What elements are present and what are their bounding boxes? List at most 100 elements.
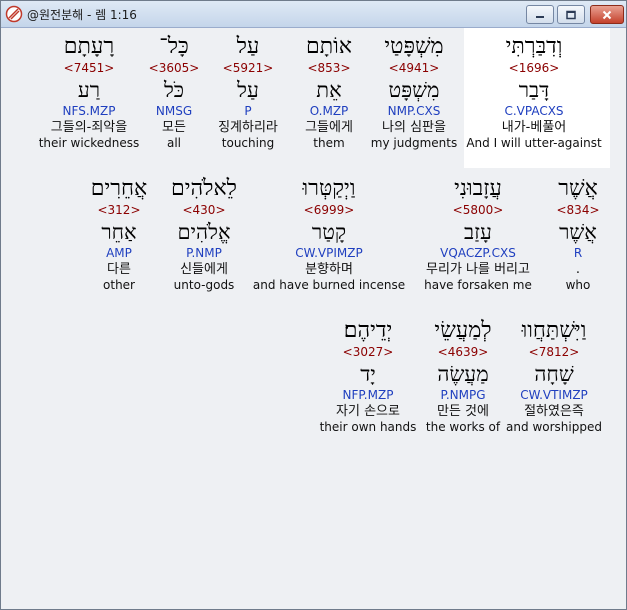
korean-gloss: 무리가 나를 버리고 [426, 262, 530, 277]
lemma-word: כֹּל [163, 78, 185, 102]
parsing-code: NMSG [155, 104, 193, 118]
close-button[interactable] [590, 5, 624, 24]
lemma-word: דָּבַר [518, 78, 550, 102]
lemma-word: מִשְׁפָּט [388, 78, 440, 102]
hebrew-word: כָּל־ [159, 34, 189, 59]
strong-number[interactable]: <1696> [466, 61, 601, 75]
korean-gloss: 절하였은즉 [524, 404, 584, 419]
interlinear-panel: וְדִבַּרְתִּי <1696> דָּבַר C.VPACXS 내가-… [6, 28, 622, 605]
word-block[interactable]: עֲזָבוּנִי <5800> עָזַב VQACZP.CXS 무리가 나… [424, 176, 532, 293]
hebrew-word: לְמַעֲשֵׂי [434, 318, 492, 343]
maximize-icon [566, 5, 576, 24]
parsing-code: R [573, 246, 583, 260]
korean-gloss: 만든 것에 [437, 404, 489, 419]
strong-number[interactable]: <3027> [320, 345, 417, 359]
lemma-word: אֲשֶׁר [559, 220, 597, 244]
hebrew-word: וַיְקַטְּרוּ [302, 176, 356, 201]
english-gloss: their wickedness [38, 136, 140, 150]
lemma-word: שָׁחָה [534, 362, 574, 386]
parsing-code: NFP.MZP [342, 388, 394, 402]
hebrew-word: מִשְׁפָּטַי [384, 34, 444, 59]
parsing-code: NMP.CXS [387, 104, 441, 118]
english-gloss: touching [221, 136, 275, 150]
word-block[interactable]: לֵאלֹהִים <430> אֱלֹהִים P.NMP 신들에게 unto… [171, 176, 237, 293]
word-block[interactable]: רָעָתָם <7451> רַע NFS.MZP 그들의-죄악을 their… [39, 34, 140, 151]
hebrew-word: לֵאלֹהִים [171, 176, 237, 201]
word-block[interactable]: אֲשֶׁר <834> אֲשֶׁר R . who [556, 176, 599, 293]
app-window: @원전분해 - 렘 1:16 וְדִבַּרְתִּי <1696> דָּב… [0, 0, 627, 610]
korean-gloss: 자기 손으로 [336, 404, 400, 419]
word-block[interactable]: כָּל־ <3605> כֹּל NMSG 모든 all [149, 34, 200, 151]
english-gloss: have forsaken me [424, 278, 532, 292]
hebrew-word: עֲזָבוּנִי [454, 176, 502, 201]
korean-gloss: 내가-베풀어 [501, 120, 567, 135]
lemma-word: מַעֲשֶׂה [437, 362, 489, 386]
korean-gloss: 모든 [162, 120, 186, 135]
word-block[interactable]: וַיִּשְׁתַּחֲווּ <7812> שָׁחָה CW.VTIMZP… [506, 318, 602, 435]
word-block[interactable]: יְדֵיהֶם׃ <3027> יָד NFP.MZP 자기 손으로 thei… [320, 318, 417, 435]
korean-gloss: 다른 [107, 262, 131, 277]
parsing-code: CW.VPIMZP [295, 246, 363, 260]
strong-number[interactable]: <7451> [39, 61, 140, 75]
parsing-code: NFS.MZP [62, 104, 116, 118]
word-block[interactable]: מִשְׁפָּטַי <4941> מִשְׁפָּט NMP.CXS 나의 … [371, 34, 457, 151]
strong-number[interactable]: <312> [91, 203, 148, 217]
word-block[interactable]: אוֹתָם <853> אֵת O.MZP 그들에게 them [305, 34, 353, 151]
korean-gloss: 분향하며 [305, 262, 353, 277]
lemma-word: עָזַב [464, 220, 492, 244]
parsing-code: AMP [106, 246, 132, 260]
korean-gloss: 그들의-죄악을 [50, 120, 128, 135]
word-block[interactable]: וְדִבַּרְתִּי <1696> דָּבַר C.VPACXS 내가-… [466, 34, 601, 151]
hebrew-word: אֲחֵרִים [90, 176, 148, 201]
english-gloss: and have burned incense [252, 278, 406, 292]
word-block[interactable]: אֲחֵרִים <312> אַחֵר AMP 다른 other [91, 176, 148, 293]
strong-number[interactable]: <834> [556, 203, 599, 217]
lemma-word: אַחֵר [101, 220, 137, 244]
hebrew-word: יְדֵיהֶם׃ [343, 318, 393, 343]
strong-number[interactable]: <4941> [371, 61, 457, 75]
hebrew-word: אוֹתָם [306, 34, 352, 59]
english-gloss: And I will utter-against [466, 136, 602, 150]
hebrew-word: רָעָתָם [63, 34, 115, 59]
hebrew-word: אֲשֶׁר [558, 176, 598, 201]
korean-gloss: 그들에게 [305, 120, 353, 135]
minimize-icon [535, 5, 545, 24]
hebrew-word: וַיִּשְׁתַּחֲווּ [521, 318, 587, 343]
korean-gloss: . [575, 262, 581, 277]
strong-number[interactable]: <7812> [506, 345, 602, 359]
word-block[interactable]: לְמַעֲשֵׂי <4639> מַעֲשֶׂה P.NMPG 만든 것에 … [426, 318, 500, 435]
lemma-word: עַל [237, 78, 259, 102]
hebrew-word: וְדִבַּרְתִּי [505, 34, 563, 59]
title-bar[interactable]: @원전분해 - 렘 1:16 [1, 1, 626, 28]
lemma-word: רַע [77, 78, 101, 102]
parsing-code: C.VPACXS [504, 104, 564, 118]
strong-number[interactable]: <6999> [253, 203, 405, 217]
english-gloss: all [166, 136, 182, 150]
minimize-button[interactable] [526, 5, 554, 24]
strong-number[interactable]: <5921> [218, 61, 278, 75]
english-gloss: unto-gods [173, 278, 235, 292]
parsing-code: VQACZP.CXS [440, 246, 516, 260]
maximize-button[interactable] [557, 5, 585, 24]
lemma-word: אֱלֹהִים [177, 220, 231, 244]
parsing-code: P.NMPG [440, 388, 486, 402]
english-gloss: other [103, 278, 135, 292]
word-block[interactable]: עַל <5921> עַל P 징계하리라 touching [218, 34, 278, 151]
strong-number[interactable]: <430> [171, 203, 237, 217]
korean-gloss: 나의 심판을 [382, 120, 446, 135]
hebrew-word: עַל [236, 34, 260, 59]
parsing-code: P.NMP [186, 246, 222, 260]
strong-number[interactable]: <5800> [424, 203, 532, 217]
strong-number[interactable]: <853> [305, 61, 353, 75]
word-block[interactable]: וַיְקַטְּרוּ <6999> קָטַר CW.VPIMZP 분향하며… [253, 176, 405, 293]
english-gloss: my judgments [370, 136, 458, 150]
strong-number[interactable]: <3605> [149, 61, 200, 75]
window-title: @원전분해 - 렘 1:16 [27, 8, 137, 22]
parsing-code: P [244, 104, 252, 118]
app-logo-icon [5, 5, 23, 23]
parsing-code: O.MZP [309, 104, 349, 118]
lemma-word: קָטַר [311, 220, 347, 244]
english-gloss: their own hands [319, 420, 417, 434]
korean-gloss: 징계하리라 [218, 120, 278, 135]
strong-number[interactable]: <4639> [426, 345, 500, 359]
